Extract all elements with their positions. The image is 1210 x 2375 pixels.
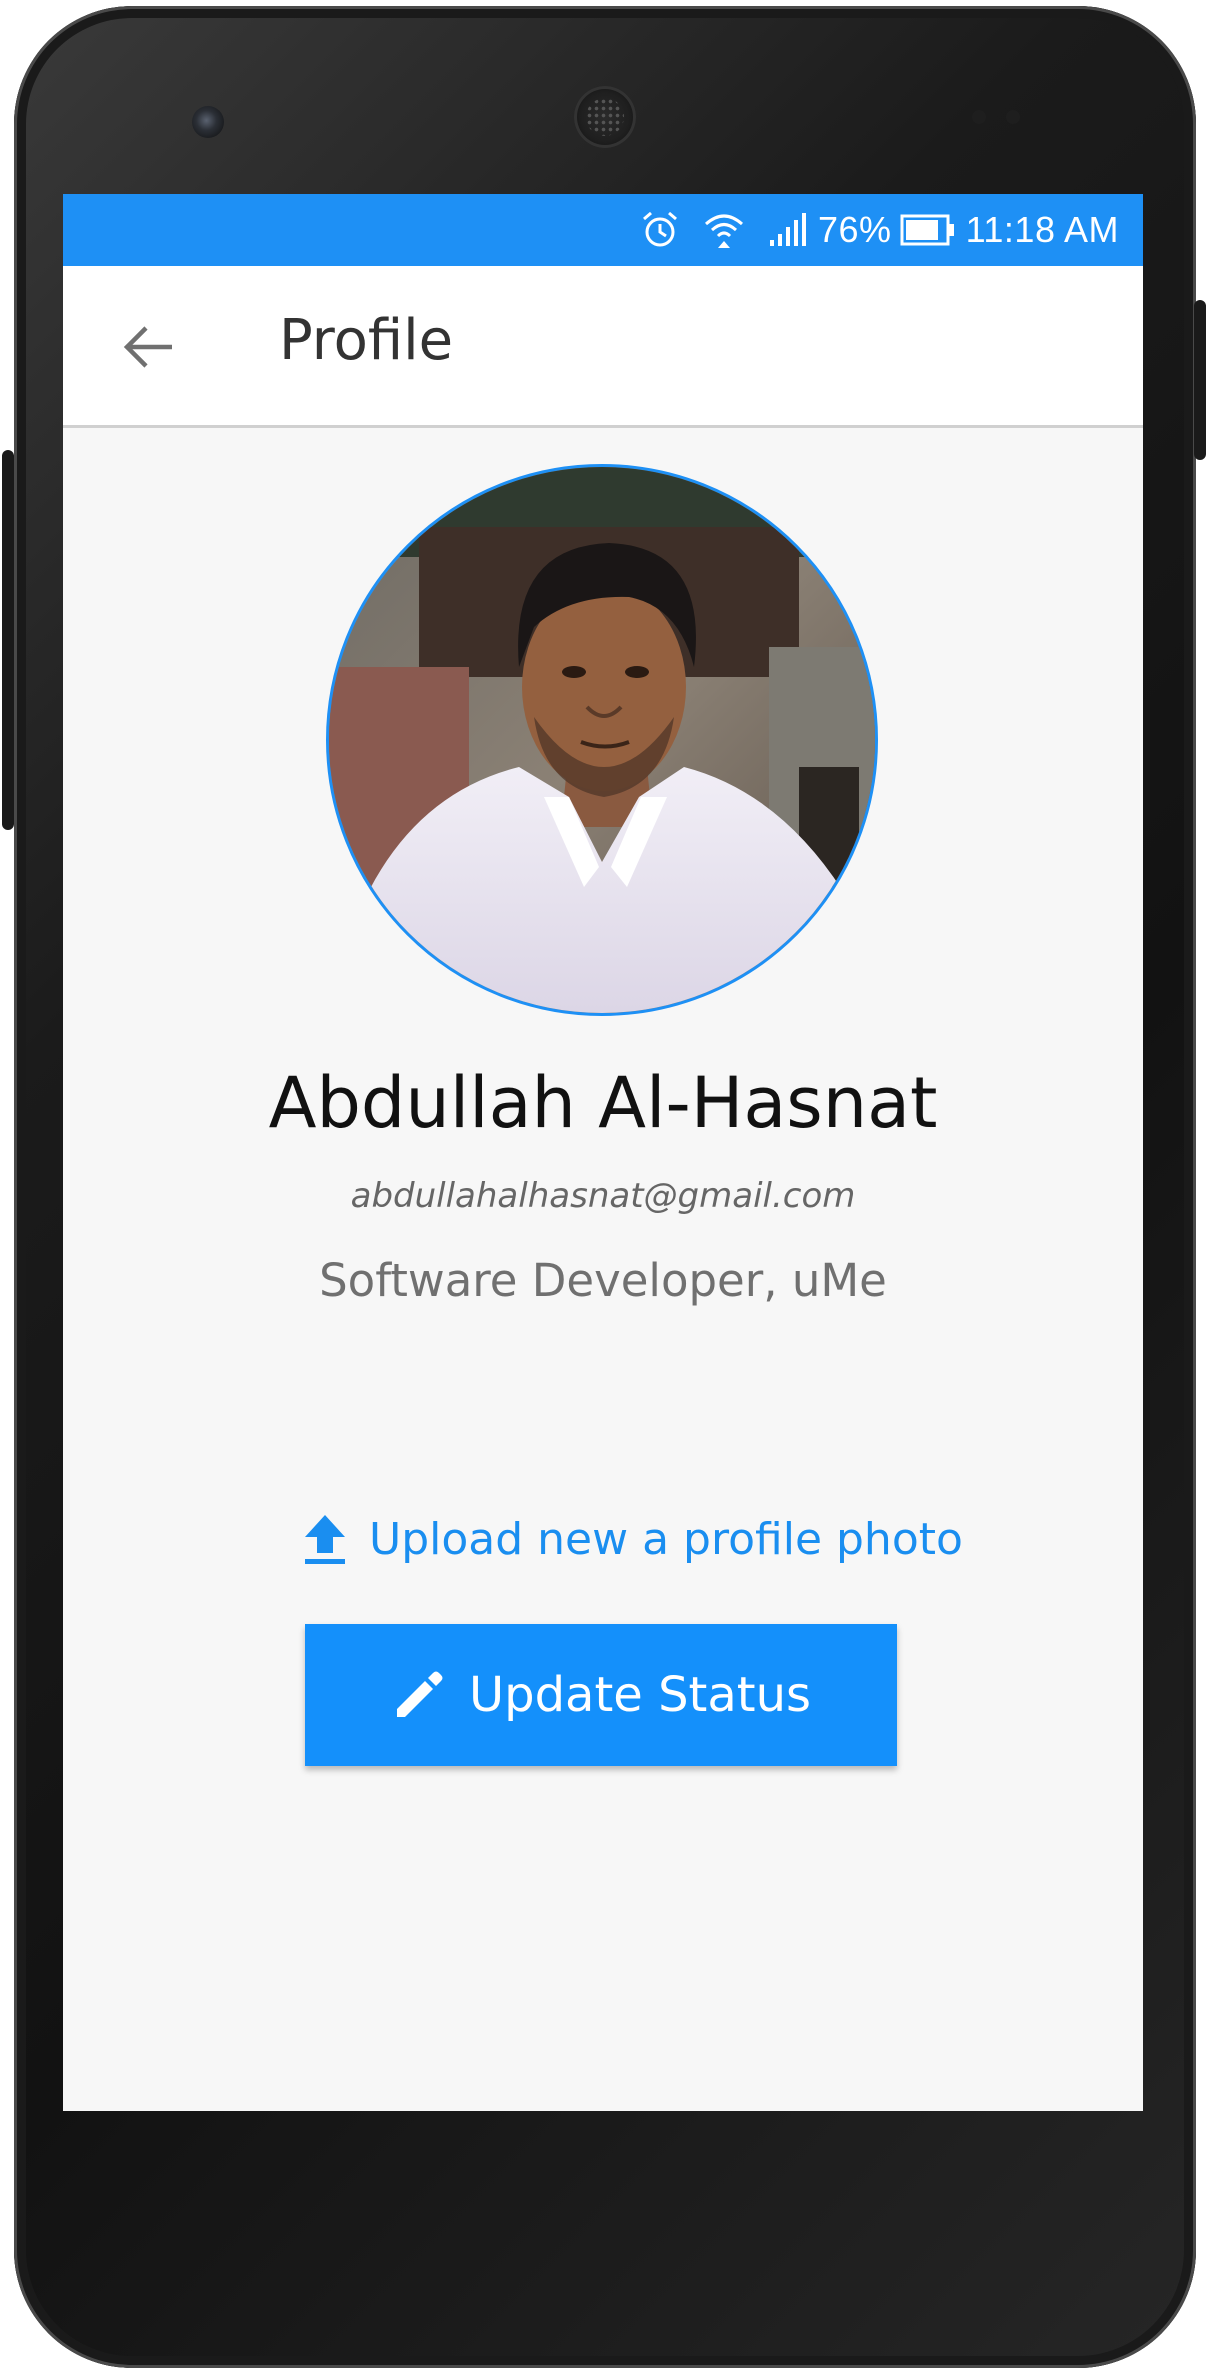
avatar	[326, 464, 878, 1016]
update-status-label: Update Status	[468, 1667, 812, 1723]
status-bar: 76% 11:18 AM	[63, 194, 1143, 266]
front-camera	[192, 106, 224, 138]
upload-photo-label: Upload new a profile photo	[369, 1513, 963, 1565]
alarm-icon	[640, 210, 680, 250]
power-button	[1194, 300, 1206, 460]
app-bar: Profile	[63, 266, 1143, 428]
arrow-left-icon	[122, 323, 174, 371]
signal-icon	[768, 212, 808, 248]
wifi-icon	[702, 210, 746, 250]
profile-job-title: Software Developer, uMe	[319, 1254, 887, 1307]
battery-percent: 76%	[818, 209, 892, 250]
volume-button	[2, 450, 14, 830]
screen: 76% 11:18 AM Profile Abdullah Al-Hasnat …	[63, 194, 1143, 2111]
battery-icon	[900, 213, 956, 247]
profile-email: abdullahalhasnat@gmail.com	[350, 1176, 856, 1216]
update-status-button[interactable]: Update Status	[305, 1624, 897, 1766]
page-title: Profile	[279, 308, 454, 373]
upload-photo-link[interactable]: Upload new a profile photo	[301, 1504, 963, 1574]
proximity-sensor	[972, 110, 986, 124]
earpiece-speaker	[574, 86, 636, 148]
light-sensor	[1006, 110, 1020, 124]
upload-icon	[301, 1511, 349, 1567]
pencil-icon	[391, 1667, 447, 1723]
clock: 11:18 AM	[965, 209, 1119, 250]
profile-name: Abdullah Al-Hasnat	[268, 1062, 938, 1144]
back-button[interactable]	[115, 314, 181, 380]
